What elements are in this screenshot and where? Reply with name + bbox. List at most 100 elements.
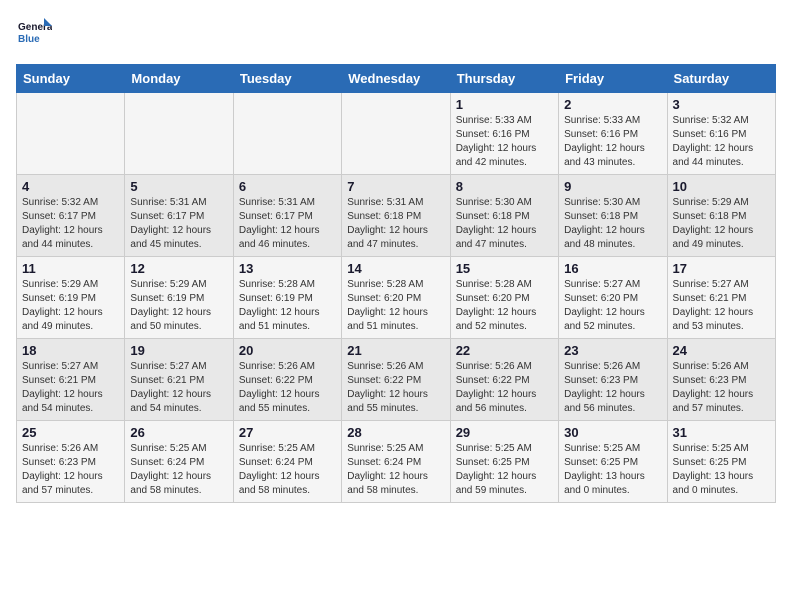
day-info: Sunrise: 5:33 AM Sunset: 6:16 PM Dayligh… [456, 114, 553, 170]
day-number: 10 [673, 179, 770, 194]
column-header-monday: Monday [125, 65, 233, 93]
day-info: Sunrise: 5:26 AM Sunset: 6:22 PM Dayligh… [239, 360, 336, 416]
day-number: 2 [564, 97, 661, 112]
calendar-cell: 21 Sunrise: 5:26 AM Sunset: 6:22 PM Dayli… [342, 339, 450, 421]
svg-text:Blue: Blue [18, 34, 40, 45]
day-info: Sunrise: 5:25 AM Sunset: 6:25 PM Dayligh… [673, 442, 770, 498]
day-number: 18 [22, 343, 119, 358]
calendar-cell: 3Sunrise: 5:32 AM Sunset: 6:16 PM Daylig… [667, 93, 775, 175]
day-number: 20 [239, 343, 336, 358]
day-number: 31 [673, 425, 770, 440]
calendar-header-row: SundayMondayTuesdayWednesdayThursdayFrid… [17, 65, 776, 93]
day-info: Sunrise: 5:28 AM Sunset: 6:20 PM Dayligh… [456, 278, 553, 334]
calendar-cell: 18 Sunrise: 5:27 AM Sunset: 6:21 PM Dayli… [17, 339, 125, 421]
calendar-cell: 23 Sunrise: 5:26 AM Sunset: 6:23 PM Dayli… [559, 339, 667, 421]
day-number: 3 [673, 97, 770, 112]
calendar-cell: 26Sunrise: 5:25 AM Sunset: 6:24 PM Dayli… [125, 421, 233, 503]
day-number: 13 [239, 261, 336, 276]
day-number: 27 [239, 425, 336, 440]
calendar-cell: 29 Sunrise: 5:25 AM Sunset: 6:25 PM Dayli… [450, 421, 558, 503]
calendar-cell [233, 93, 341, 175]
day-info: Sunrise: 5:29 AM Sunset: 6:18 PM Dayligh… [673, 196, 770, 252]
day-info: Sunrise: 5:25 AM Sunset: 6:25 PM Dayligh… [456, 442, 553, 498]
day-info: Sunrise: 5:27 AM Sunset: 6:21 PM Dayligh… [22, 360, 119, 416]
page-header: General Blue [16, 16, 776, 52]
day-number: 23 [564, 343, 661, 358]
day-info: Sunrise: 5:25 AM Sunset: 6:24 PM Dayligh… [239, 442, 336, 498]
day-number: 7 [347, 179, 444, 194]
calendar-cell: 13 Sunrise: 5:28 AM Sunset: 6:19 PM Dayli… [233, 257, 341, 339]
calendar-cell: 15 Sunrise: 5:28 AM Sunset: 6:20 PM Dayli… [450, 257, 558, 339]
day-number: 22 [456, 343, 553, 358]
calendar-cell: 28 Sunrise: 5:25 AM Sunset: 6:24 PM Dayli… [342, 421, 450, 503]
day-number: 21 [347, 343, 444, 358]
calendar-cell: 27 Sunrise: 5:25 AM Sunset: 6:24 PM Dayli… [233, 421, 341, 503]
column-header-sunday: Sunday [17, 65, 125, 93]
day-info: Sunrise: 5:27 AM Sunset: 6:21 PM Dayligh… [130, 360, 227, 416]
day-number: 29 [456, 425, 553, 440]
logo-container: General Blue [16, 16, 52, 52]
day-info: Sunrise: 5:30 AM Sunset: 6:18 PM Dayligh… [456, 196, 553, 252]
day-info: Sunrise: 5:26 AM Sunset: 6:22 PM Dayligh… [347, 360, 444, 416]
calendar-cell: 12Sunrise: 5:29 AM Sunset: 6:19 PM Dayli… [125, 257, 233, 339]
day-number: 15 [456, 261, 553, 276]
day-info: Sunrise: 5:26 AM Sunset: 6:22 PM Dayligh… [456, 360, 553, 416]
calendar-cell: 31 Sunrise: 5:25 AM Sunset: 6:25 PM Dayli… [667, 421, 775, 503]
day-info: Sunrise: 5:31 AM Sunset: 6:18 PM Dayligh… [347, 196, 444, 252]
calendar-cell: 25 Sunrise: 5:26 AM Sunset: 6:23 PM Dayli… [17, 421, 125, 503]
day-number: 12 [130, 261, 227, 276]
calendar-week-row: 11 Sunrise: 5:29 AM Sunset: 6:19 PM Dayli… [17, 257, 776, 339]
day-info: Sunrise: 5:26 AM Sunset: 6:23 PM Dayligh… [673, 360, 770, 416]
day-number: 8 [456, 179, 553, 194]
logo: General Blue [16, 16, 52, 52]
day-number: 1 [456, 97, 553, 112]
calendar-cell [125, 93, 233, 175]
day-info: Sunrise: 5:25 AM Sunset: 6:25 PM Dayligh… [564, 442, 661, 498]
day-info: Sunrise: 5:27 AM Sunset: 6:20 PM Dayligh… [564, 278, 661, 334]
day-info: Sunrise: 5:28 AM Sunset: 6:20 PM Dayligh… [347, 278, 444, 334]
column-header-tuesday: Tuesday [233, 65, 341, 93]
calendar-cell: 24 Sunrise: 5:26 AM Sunset: 6:23 PM Dayli… [667, 339, 775, 421]
day-info: Sunrise: 5:27 AM Sunset: 6:21 PM Dayligh… [673, 278, 770, 334]
calendar-cell: 4Sunrise: 5:32 AM Sunset: 6:17 PM Daylig… [17, 175, 125, 257]
day-number: 19 [130, 343, 227, 358]
calendar-cell [17, 93, 125, 175]
calendar-table: SundayMondayTuesdayWednesdayThursdayFrid… [16, 64, 776, 503]
calendar-cell: 14Sunrise: 5:28 AM Sunset: 6:20 PM Dayli… [342, 257, 450, 339]
day-info: Sunrise: 5:26 AM Sunset: 6:23 PM Dayligh… [22, 442, 119, 498]
calendar-week-row: 4Sunrise: 5:32 AM Sunset: 6:17 PM Daylig… [17, 175, 776, 257]
day-number: 16 [564, 261, 661, 276]
day-info: Sunrise: 5:26 AM Sunset: 6:23 PM Dayligh… [564, 360, 661, 416]
day-number: 17 [673, 261, 770, 276]
calendar-cell: 10 Sunrise: 5:29 AM Sunset: 6:18 PM Dayli… [667, 175, 775, 257]
calendar-week-row: 25 Sunrise: 5:26 AM Sunset: 6:23 PM Dayli… [17, 421, 776, 503]
calendar-cell [342, 93, 450, 175]
day-info: Sunrise: 5:25 AM Sunset: 6:24 PM Dayligh… [130, 442, 227, 498]
column-header-friday: Friday [559, 65, 667, 93]
day-number: 9 [564, 179, 661, 194]
day-number: 25 [22, 425, 119, 440]
logo-graphic: General Blue [16, 16, 52, 52]
day-info: Sunrise: 5:30 AM Sunset: 6:18 PM Dayligh… [564, 196, 661, 252]
calendar-cell: 17 Sunrise: 5:27 AM Sunset: 6:21 PM Dayli… [667, 257, 775, 339]
day-info: Sunrise: 5:25 AM Sunset: 6:24 PM Dayligh… [347, 442, 444, 498]
day-number: 5 [130, 179, 227, 194]
day-number: 11 [22, 261, 119, 276]
day-info: Sunrise: 5:33 AM Sunset: 6:16 PM Dayligh… [564, 114, 661, 170]
calendar-cell: 30 Sunrise: 5:25 AM Sunset: 6:25 PM Dayli… [559, 421, 667, 503]
calendar-week-row: 1 Sunrise: 5:33 AM Sunset: 6:16 PM Daylig… [17, 93, 776, 175]
day-info: Sunrise: 5:28 AM Sunset: 6:19 PM Dayligh… [239, 278, 336, 334]
calendar-cell: 16 Sunrise: 5:27 AM Sunset: 6:20 PM Dayli… [559, 257, 667, 339]
calendar-cell: 6 Sunrise: 5:31 AM Sunset: 6:17 PM Daylig… [233, 175, 341, 257]
column-header-saturday: Saturday [667, 65, 775, 93]
day-info: Sunrise: 5:31 AM Sunset: 6:17 PM Dayligh… [130, 196, 227, 252]
day-number: 30 [564, 425, 661, 440]
calendar-cell: 9 Sunrise: 5:30 AM Sunset: 6:18 PM Daylig… [559, 175, 667, 257]
calendar-cell: 7 Sunrise: 5:31 AM Sunset: 6:18 PM Daylig… [342, 175, 450, 257]
day-number: 6 [239, 179, 336, 194]
day-number: 24 [673, 343, 770, 358]
day-number: 28 [347, 425, 444, 440]
day-info: Sunrise: 5:31 AM Sunset: 6:17 PM Dayligh… [239, 196, 336, 252]
calendar-cell: 2 Sunrise: 5:33 AM Sunset: 6:16 PM Daylig… [559, 93, 667, 175]
day-info: Sunrise: 5:29 AM Sunset: 6:19 PM Dayligh… [22, 278, 119, 334]
